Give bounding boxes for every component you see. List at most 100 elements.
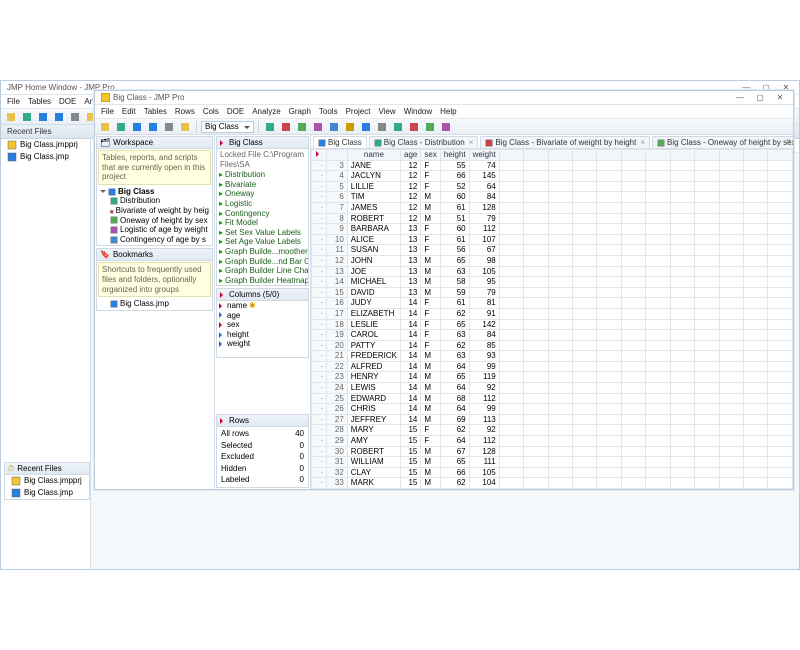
toolbar-button-b5[interactable] — [343, 120, 357, 134]
table-row[interactable]: ·8ROBERT12M5179 — [312, 213, 793, 224]
table-row[interactable]: ·13JOE13M63105 — [312, 266, 793, 277]
table-row[interactable]: ·16JUDY14F6181 — [312, 298, 793, 309]
menu-project[interactable]: Project — [346, 107, 371, 117]
tree-item[interactable]: Contingency of age by s — [100, 235, 209, 245]
inner-maximize-button[interactable]: ▢ — [753, 93, 767, 103]
table-script[interactable]: ▸JMP Applicat...uality Graphs — [217, 285, 308, 286]
toolbar-button-0[interactable] — [98, 120, 112, 134]
table-row[interactable]: ·29AMY15F64112 — [312, 436, 793, 447]
table-script[interactable]: ▸Set Sex Value Labels — [217, 228, 308, 238]
table-script[interactable]: ▸Logistic — [217, 199, 308, 209]
disclosure-icon[interactable] — [220, 140, 226, 146]
table-row[interactable]: ·17ELIZABETH14F6291 — [312, 308, 793, 319]
toolbar-button-b4[interactable] — [327, 120, 341, 134]
table-row[interactable]: ·14MICHAEL13M5895 — [312, 277, 793, 288]
table-row[interactable]: ·20PATTY14F6285 — [312, 340, 793, 351]
active-table-combo[interactable]: Big Class — [201, 121, 254, 133]
column-item[interactable]: name ✱ — [217, 301, 308, 311]
table-row[interactable]: ·33MARK15M62104 — [312, 478, 793, 489]
menu-file[interactable]: File — [101, 107, 114, 117]
inner-toolbar[interactable]: Big Class — [95, 119, 793, 135]
toolbar-button-2[interactable] — [130, 120, 144, 134]
file-item[interactable]: Big Class.jmp — [1, 151, 90, 163]
table-row[interactable]: ·24LEWIS14M6492 — [312, 383, 793, 394]
column-header[interactable]: height — [440, 150, 469, 161]
toolbar-button-b2[interactable] — [295, 120, 309, 134]
menu-graph[interactable]: Graph — [289, 107, 311, 117]
menu-doe[interactable]: DOE — [227, 107, 244, 117]
table-row[interactable]: ·6TIM12M6084 — [312, 192, 793, 203]
tab-close-icon[interactable]: × — [469, 138, 474, 148]
menu-tables[interactable]: Tables — [28, 97, 51, 107]
table-row[interactable]: ·15DAVID13M5979 — [312, 287, 793, 298]
column-header[interactable]: name — [347, 150, 400, 161]
disclosure-icon[interactable] — [220, 418, 226, 424]
corner-disclosure-icon[interactable] — [316, 151, 322, 157]
table-row[interactable]: ·34DANNY15M66106 — [312, 489, 793, 490]
toolbar-button-5[interactable] — [178, 120, 192, 134]
table-script[interactable]: ▸Bivariate — [217, 180, 308, 190]
table-row[interactable]: ·31WILLIAM15M65111 — [312, 457, 793, 468]
inner-menubar[interactable]: FileEditTablesRowsColsDOEAnalyzeGraphToo… — [95, 105, 793, 119]
column-item[interactable]: sex — [217, 320, 308, 330]
table-row[interactable]: ·28MARY15F6292 — [312, 425, 793, 436]
menu-tables[interactable]: Tables — [144, 107, 167, 117]
tab[interactable]: Big Class - Bivariate of weight by heigh… — [480, 136, 650, 148]
tab[interactable]: Big Class - Distribution× — [369, 136, 479, 148]
tree-item[interactable]: Oneway of height by sex — [100, 216, 209, 226]
toolbar-button-2[interactable] — [36, 110, 50, 124]
menu-window[interactable]: Window — [404, 107, 432, 117]
tab[interactable]: Big Class — [313, 136, 367, 148]
toolbar-button-b3[interactable] — [311, 120, 325, 134]
table-row[interactable]: ·7JAMES12M61128 — [312, 202, 793, 213]
toolbar-button-b7[interactable] — [375, 120, 389, 134]
table-script[interactable]: ▸Graph Builder Line Chart — [217, 266, 308, 276]
tree-item[interactable]: Logistic of age by weight — [100, 225, 209, 235]
table-row[interactable]: ·3JANE12F5574 — [312, 160, 793, 171]
tree-item[interactable]: Distribution — [100, 196, 209, 206]
bookmark-item[interactable]: Big Class.jmp — [100, 299, 209, 309]
toolbar-button-b0[interactable] — [263, 120, 277, 134]
table-script[interactable]: ▸Graph Builder Heatmap — [217, 276, 308, 286]
table-row[interactable]: ·30ROBERT15M67128 — [312, 446, 793, 457]
toolbar-button-b1[interactable] — [279, 120, 293, 134]
menu-view[interactable]: View — [378, 107, 395, 117]
tabs-overflow-icon[interactable]: » — [787, 136, 791, 146]
toolbar-button-b10[interactable] — [423, 120, 437, 134]
table-row[interactable]: ·32CLAY15M66105 — [312, 467, 793, 478]
table-script[interactable]: ▸Set Age Value Labels — [217, 237, 308, 247]
toolbar-button-b9[interactable] — [407, 120, 421, 134]
column-item[interactable]: height — [217, 330, 308, 340]
toolbar-button-0[interactable] — [4, 110, 18, 124]
menu-rows[interactable]: Rows — [175, 107, 195, 117]
table-row[interactable]: ·22ALFRED14M6499 — [312, 361, 793, 372]
column-header[interactable]: sex — [421, 150, 440, 161]
table-script[interactable]: ▸Contingency — [217, 209, 308, 219]
toolbar-button-4[interactable] — [162, 120, 176, 134]
toolbar-button-b11[interactable] — [439, 120, 453, 134]
table-row[interactable]: ·5LILLIE12F5264 — [312, 181, 793, 192]
file-item[interactable]: Big Class.jmpprj — [1, 139, 90, 151]
toolbar-button-4[interactable] — [68, 110, 82, 124]
table-script[interactable]: ▸Fit Model — [217, 218, 308, 228]
table-row[interactable]: ·19CAROL14F6384 — [312, 330, 793, 341]
table-row[interactable]: ·21FREDERICK14M6393 — [312, 351, 793, 362]
recent-item[interactable]: Big Class.jmp — [5, 487, 89, 499]
menu-doe[interactable]: DOE — [59, 97, 76, 107]
inner-minimize-button[interactable]: — — [733, 93, 747, 103]
table-script[interactable]: ▸Graph Builde...nd Bar Charts — [217, 257, 308, 267]
menu-tools[interactable]: Tools — [319, 107, 338, 117]
menu-edit[interactable]: Edit — [122, 107, 136, 117]
table-row[interactable]: ·12JOHN13M6598 — [312, 255, 793, 266]
table-row[interactable]: ·10ALICE13F61107 — [312, 234, 793, 245]
toolbar-button-b6[interactable] — [359, 120, 373, 134]
menu-file[interactable]: File — [7, 97, 20, 107]
table-row[interactable]: ·11SUSAN13F5667 — [312, 245, 793, 256]
menu-help[interactable]: Help — [440, 107, 456, 117]
table-row[interactable]: ·9BARBARA13F60112 — [312, 224, 793, 235]
table-row[interactable]: ·23HENRY14M65119 — [312, 372, 793, 383]
table-row[interactable]: ·25EDWARD14M68112 — [312, 393, 793, 404]
column-header[interactable]: age — [401, 150, 421, 161]
data-grid[interactable]: nameagesexheightweight·3JANE12F5574·4JAC… — [311, 149, 793, 489]
column-header[interactable]: weight — [469, 150, 499, 161]
